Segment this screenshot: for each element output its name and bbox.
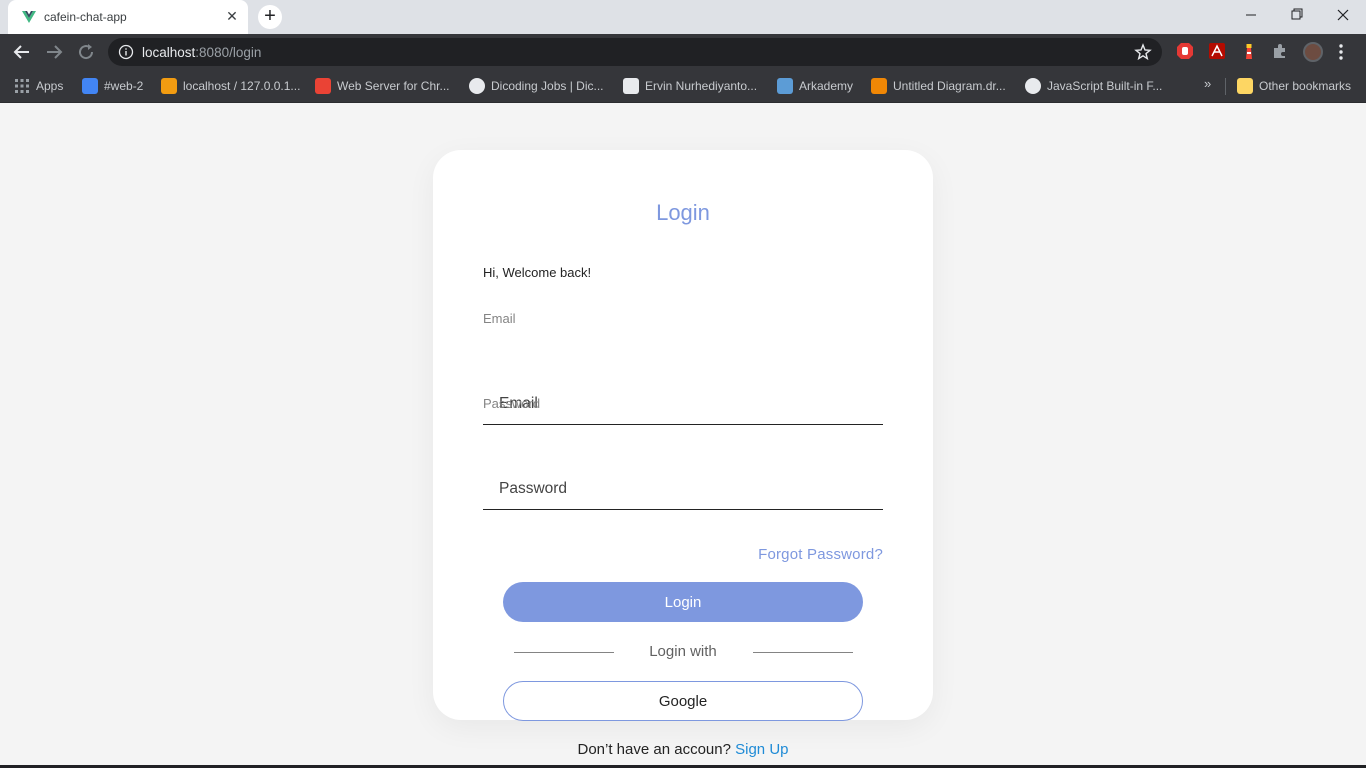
lighthouse-extension-icon[interactable] <box>1240 42 1258 60</box>
welcome-message: Hi, Welcome back! <box>483 265 592 280</box>
folder-icon <box>1237 78 1253 94</box>
url-text[interactable]: localhost:8080/login <box>142 45 261 60</box>
site-info-icon[interactable] <box>118 44 134 60</box>
js-favicon <box>1025 78 1041 94</box>
url-host: localhost <box>142 45 196 60</box>
bookmark-dicoding[interactable]: Dicoding Jobs | Dic... <box>469 77 604 95</box>
divider-line <box>753 652 853 653</box>
password-field[interactable] <box>483 468 883 510</box>
close-window-icon[interactable] <box>1320 0 1366 30</box>
url-path: :8080/login <box>195 45 262 60</box>
browser-toolbar: localhost:8080/login <box>0 34 1366 70</box>
adblock-extension-icon[interactable] <box>1176 42 1194 60</box>
address-bar[interactable]: localhost:8080/login <box>108 38 1162 66</box>
phpmyadmin-favicon <box>161 78 177 94</box>
password-label: Password <box>483 396 541 411</box>
apps-grid-icon <box>15 79 29 93</box>
drawio-favicon <box>871 78 887 94</box>
new-tab-button[interactable]: + <box>258 5 282 29</box>
bookmarks-bar: Apps #web-2 localhost / 127.0.0.1... Web… <box>0 70 1366 103</box>
forward-arrow-icon[interactable] <box>42 40 66 64</box>
bookmark-web2[interactable]: #web-2 <box>82 77 143 95</box>
forgot-password-link[interactable]: Forgot Password? <box>758 546 883 563</box>
bookmark-star-icon[interactable] <box>1134 43 1152 61</box>
bookmark-label: localhost / 127.0.0.1... <box>183 79 301 93</box>
restore-window-icon[interactable] <box>1274 0 1320 30</box>
bookmark-label: #web-2 <box>104 79 144 93</box>
bookmark-label: Untitled Diagram.dr... <box>893 79 1006 93</box>
google-login-button[interactable]: Google <box>503 681 863 721</box>
bookmark-label: Web Server for Chr... <box>337 79 450 93</box>
bookmark-label: Arkademy <box>799 79 854 93</box>
profile-avatar[interactable] <box>1303 42 1323 62</box>
tab-title: cafein-chat-app <box>44 10 127 24</box>
bookmark-web-server[interactable]: Web Server for Chr... <box>315 77 449 95</box>
browser-tab[interactable]: cafein-chat-app ✕ <box>8 0 248 34</box>
email-label: Email <box>483 311 516 326</box>
tab-close-icon[interactable]: ✕ <box>224 8 240 24</box>
bookmark-drawio[interactable]: Untitled Diagram.dr... <box>871 77 1006 95</box>
bookmark-label: Apps <box>36 79 64 93</box>
back-arrow-icon[interactable] <box>10 40 34 64</box>
login-card: Login Hi, Welcome back! Email Password F… <box>433 150 933 758</box>
bookmark-label: Other bookmarks <box>1259 79 1352 93</box>
bookmark-label: Dicoding Jobs | Dic... <box>491 79 604 93</box>
login-with-label: Login with <box>649 643 717 660</box>
browser-menu-icon[interactable] <box>1336 42 1346 62</box>
arkademy-favicon <box>777 78 793 94</box>
web-server-favicon <box>315 78 331 94</box>
web2-favicon <box>82 78 98 94</box>
dicoding-favicon <box>469 78 485 94</box>
login-button[interactable]: Login <box>503 582 863 622</box>
no-account-text: Don’t have an accoun? <box>577 741 731 758</box>
vue-logo-icon <box>22 11 36 23</box>
pdf-extension-icon[interactable] <box>1208 42 1226 60</box>
reload-icon[interactable] <box>74 40 98 64</box>
bookmark-apps[interactable]: Apps <box>14 77 63 95</box>
bookmark-javascript[interactable]: JavaScript Built-in F... <box>1025 77 1162 95</box>
page-title: Login <box>656 200 710 225</box>
bookmarks-divider <box>1225 78 1226 95</box>
bookmark-label: Ervin Nurhediyanto... <box>645 79 758 93</box>
profile-favicon <box>623 78 639 94</box>
sign-up-link[interactable]: Sign Up <box>735 741 788 758</box>
more-bookmarks-chevron-icon[interactable]: » <box>1204 76 1211 91</box>
bookmark-label: JavaScript Built-in F... <box>1047 79 1163 93</box>
page-content: Login Hi, Welcome back! Email Password F… <box>0 103 1366 768</box>
signup-prompt: Don’t have an accoun? Sign Up <box>433 741 933 758</box>
tab-strip: cafein-chat-app ✕ + <box>0 0 1366 34</box>
bookmark-arkademy[interactable]: Arkademy <box>777 77 853 95</box>
bookmark-phpmyadmin[interactable]: localhost / 127.0.0.1... <box>161 77 300 95</box>
minimize-window-icon[interactable] <box>1228 0 1274 30</box>
bookmark-other[interactable]: Other bookmarks <box>1237 77 1351 95</box>
extensions-puzzle-icon[interactable] <box>1271 42 1289 60</box>
bookmark-ervin[interactable]: Ervin Nurhediyanto... <box>623 77 757 95</box>
email-field[interactable] <box>483 383 883 425</box>
